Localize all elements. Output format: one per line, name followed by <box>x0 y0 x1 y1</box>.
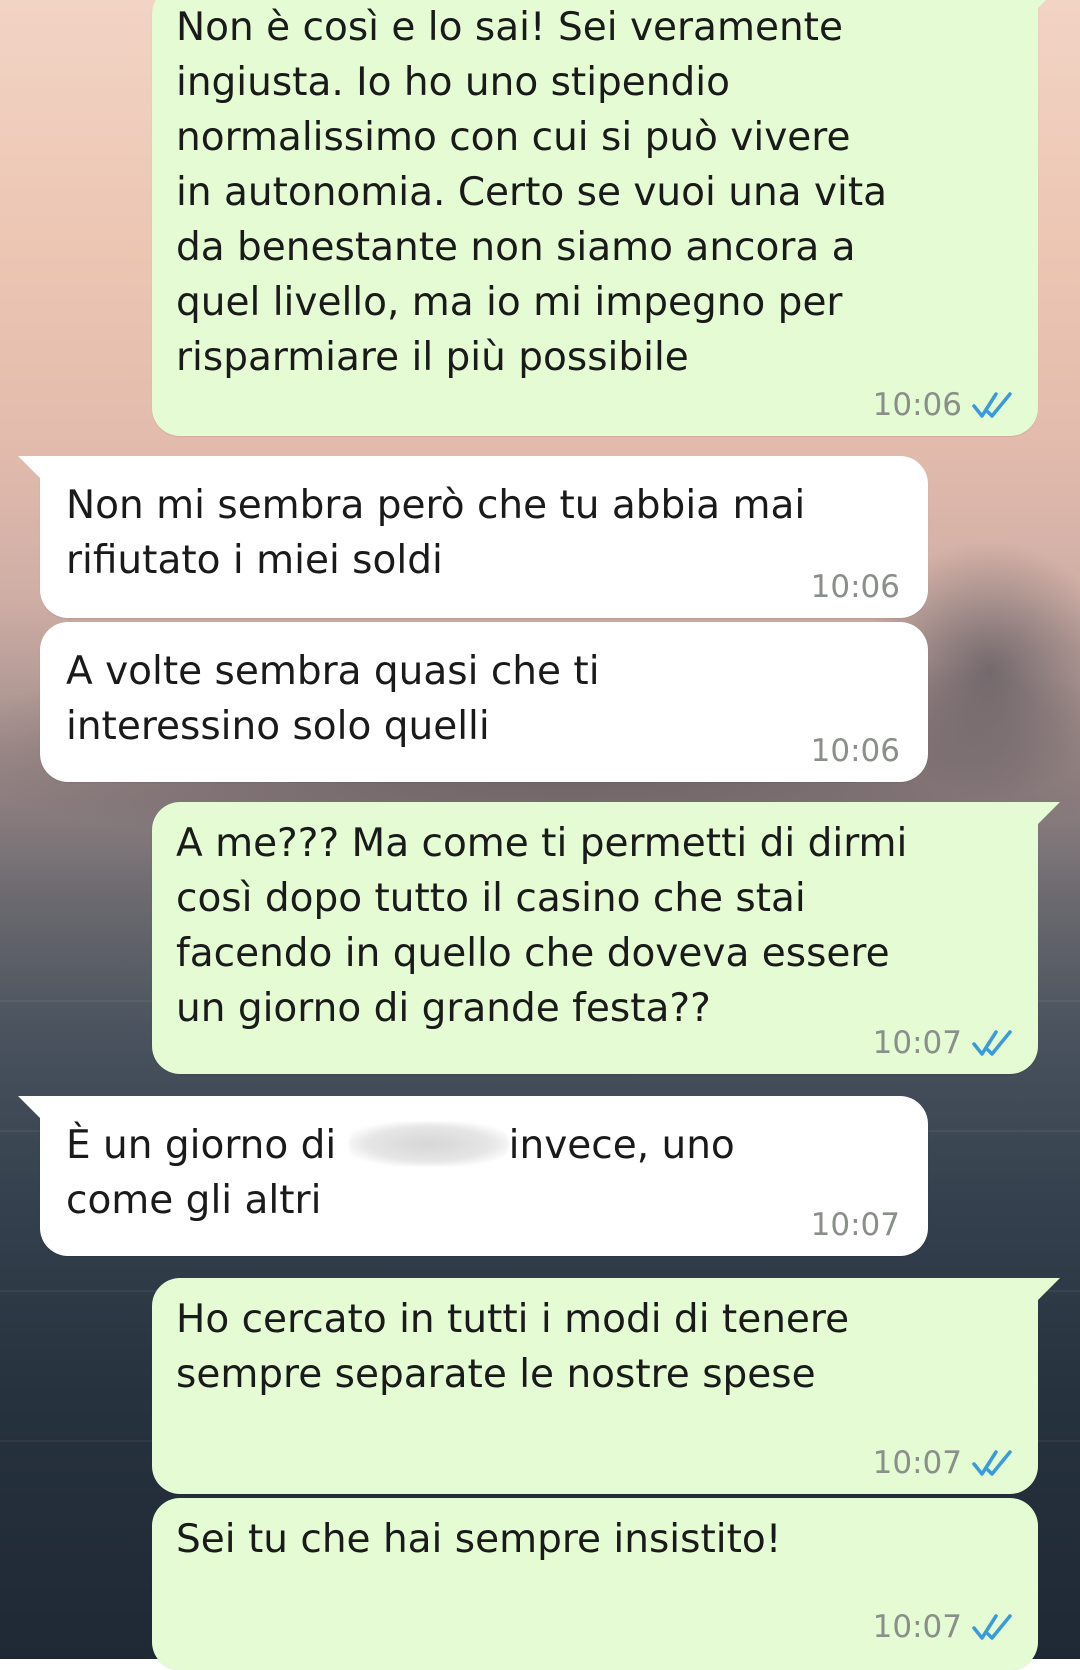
message-time: 10:06 <box>872 387 962 423</box>
message-time: 10:06 <box>810 733 900 769</box>
incoming-message[interactable]: Non mi sembra però che tu abbia mai rifi… <box>18 456 928 618</box>
message-time: 10:07 <box>872 1445 962 1481</box>
outgoing-message[interactable]: Sei tu che hai sempre insistito! 10:07 <box>152 1498 1038 1670</box>
message-meta: 10:06 <box>811 570 900 604</box>
outgoing-message[interactable]: A me??? Ma come ti permetti di dirmi cos… <box>152 802 1060 1074</box>
double-check-icon <box>972 1030 1012 1056</box>
message-text-after: invece, uno <box>508 1123 735 1168</box>
outgoing-message[interactable]: Non è così e lo sai! Sei veramente ingiu… <box>152 0 1060 436</box>
double-check-icon <box>972 392 1012 418</box>
redacted-blur <box>348 1122 509 1166</box>
message-time: 10:07 <box>810 1207 900 1243</box>
message-meta: 10:07 <box>873 1610 1016 1644</box>
message-text: Sei tu che hai sempre insistito! <box>176 1517 782 1562</box>
message-time: 10:07 <box>872 1025 962 1061</box>
message-text: Non è così e lo sai! Sei veramente ingiu… <box>176 5 888 380</box>
message-meta: 10:07 <box>811 1208 900 1242</box>
message-meta: 10:06 <box>811 734 900 768</box>
message-text: A volte sembra quasi che ti interessino … <box>66 649 600 749</box>
message-text: Ho cercato in tutti i modi di tenere sem… <box>176 1297 850 1397</box>
message-text-before: È un giorno di <box>66 1123 349 1168</box>
message-meta: 10:07 <box>873 1026 1016 1060</box>
outgoing-message[interactable]: Ho cercato in tutti i modi di tenere sem… <box>152 1278 1060 1494</box>
message-text: È un giorno di invece, uno come gli altr… <box>66 1118 848 1228</box>
message-meta: 10:07 <box>873 1446 1016 1480</box>
message-time: 10:07 <box>872 1609 962 1645</box>
message-text: Non mi sembra però che tu abbia mai rifi… <box>66 483 806 583</box>
message-time: 10:06 <box>810 569 900 605</box>
double-check-icon <box>972 1614 1012 1640</box>
message-meta: 10:06 <box>873 388 1016 422</box>
incoming-message[interactable]: È un giorno di invece, uno come gli altr… <box>18 1096 928 1256</box>
double-check-icon <box>972 1450 1012 1476</box>
message-text: A me??? Ma come ti permetti di dirmi cos… <box>176 821 908 1031</box>
message-text-line2: come gli altri <box>66 1178 322 1223</box>
incoming-message[interactable]: A volte sembra quasi che ti interessino … <box>40 622 928 782</box>
